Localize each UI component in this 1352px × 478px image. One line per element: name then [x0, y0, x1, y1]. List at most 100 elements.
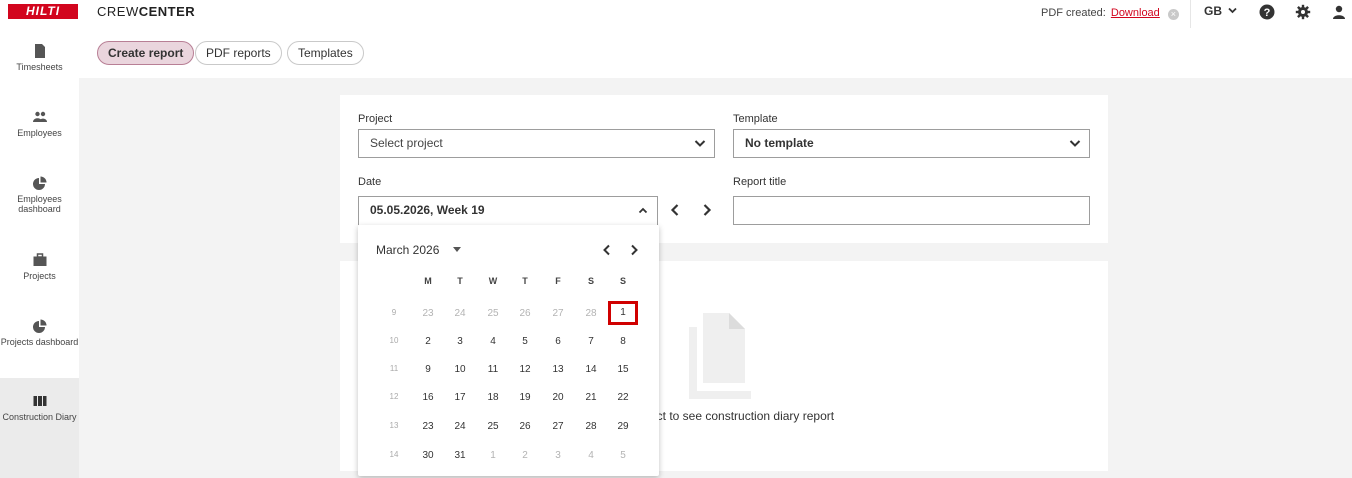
calendar-day[interactable]: 2: [513, 450, 537, 461]
calendar-day[interactable]: 2: [416, 336, 440, 347]
weekday-header: S: [587, 276, 594, 286]
svg-text:?: ?: [1264, 7, 1271, 19]
calendar-day[interactable]: 28: [579, 421, 603, 432]
calendar-day[interactable]: 26: [513, 421, 537, 432]
previous-date-arrow-icon[interactable]: [669, 203, 681, 217]
dismiss-pdf-icon[interactable]: ×: [1167, 9, 1179, 20]
weekday-header: S: [619, 276, 626, 286]
caret-down-icon: [453, 247, 462, 252]
pie-chart-icon: [32, 176, 46, 190]
calendar-day[interactable]: 13: [546, 364, 570, 375]
week-number: 10: [389, 336, 399, 345]
date-input[interactable]: 05.05.2026, Week 19: [358, 196, 658, 225]
pdf-status: PDF created: Download ×: [1041, 7, 1179, 20]
calendar-day[interactable]: 17: [448, 392, 472, 403]
app-title: CREWCENTER: [97, 4, 195, 19]
calendar-day[interactable]: 3: [546, 450, 570, 461]
sidebar-item-employees-dashboard[interactable]: Employees dashboard: [0, 176, 79, 214]
sidebar-item-projects-dashboard[interactable]: Projects dashboard: [0, 319, 79, 347]
previous-month-icon[interactable]: [602, 244, 612, 256]
weekday-header: T: [457, 276, 463, 286]
report-title-input[interactable]: [733, 196, 1090, 225]
app-title-light: CREW: [97, 4, 139, 19]
template-select-value: No template: [745, 136, 814, 150]
help-icon[interactable]: ?: [1259, 4, 1275, 20]
calendar-day[interactable]: 11: [481, 364, 505, 375]
calendar-day[interactable]: 21: [579, 392, 603, 403]
download-link[interactable]: Download: [1111, 7, 1160, 19]
calendar-day[interactable]: 7: [579, 336, 603, 347]
month-selector[interactable]: March 2026: [376, 243, 462, 257]
calendar-day[interactable]: 24: [448, 421, 472, 432]
next-month-icon[interactable]: [629, 244, 639, 256]
calendar-day[interactable]: 10: [448, 364, 472, 375]
calendar-day[interactable]: 27: [546, 308, 570, 319]
calendar-day[interactable]: 5: [513, 336, 537, 347]
sidebar-item-projects[interactable]: Projects: [0, 253, 79, 281]
calendar-day[interactable]: 8: [611, 336, 635, 347]
calendar-day-selected[interactable]: 1: [608, 301, 638, 325]
week-number: 11: [389, 364, 399, 373]
calendar-day[interactable]: 20: [546, 392, 570, 403]
sidebar-item-label: Construction Diary: [2, 412, 77, 422]
sidebar-item-employees[interactable]: Employees: [0, 110, 79, 138]
weekday-header: F: [555, 276, 561, 286]
hilti-logo[interactable]: HILTI: [8, 4, 78, 19]
calendar-day[interactable]: 4: [579, 450, 603, 461]
sidebar-item-label: Employees dashboard: [17, 194, 62, 214]
calendar-day[interactable]: 16: [416, 392, 440, 403]
calendar-day[interactable]: 3: [448, 336, 472, 347]
date-picker-popup: March 2026 M T W T F S S 9 23 24 25 26 2…: [358, 225, 659, 476]
report-title-label: Report title: [733, 176, 787, 188]
calendar-day[interactable]: 23: [416, 308, 440, 319]
sidebar-item-label: Employees: [17, 128, 62, 138]
tab-create-report[interactable]: Create report: [97, 41, 195, 65]
calendar-day[interactable]: 5: [611, 450, 635, 461]
calendar-day[interactable]: 29: [611, 421, 635, 432]
sidebar-item-timesheets[interactable]: Timesheets: [0, 44, 79, 72]
calendar-day[interactable]: 30: [416, 450, 440, 461]
calendar-day[interactable]: 22: [611, 392, 635, 403]
project-select[interactable]: Select project: [358, 129, 715, 158]
report-tabs: Create report PDF reports Templates: [79, 28, 1352, 78]
tab-templates[interactable]: Templates: [287, 41, 364, 65]
calendar-day[interactable]: 26: [513, 308, 537, 319]
empty-document-icon: [689, 313, 751, 399]
month-label: March 2026: [376, 243, 440, 257]
week-number: 14: [389, 450, 399, 459]
sidebar-item-label: Projects dashboard: [0, 337, 79, 347]
gear-icon[interactable]: [1295, 4, 1311, 20]
calendar-day[interactable]: 31: [448, 450, 472, 461]
calendar-day[interactable]: 24: [448, 308, 472, 319]
calendar-day[interactable]: 19: [513, 392, 537, 403]
sidebar: Timesheets Employees Employees dashboard…: [0, 28, 79, 478]
calendar-day[interactable]: 18: [481, 392, 505, 403]
calendar-day[interactable]: 23: [416, 421, 440, 432]
user-icon[interactable]: [1331, 4, 1347, 20]
calendar-day[interactable]: 14: [579, 364, 603, 375]
calendar-day[interactable]: 4: [481, 336, 505, 347]
calendar-day[interactable]: 12: [513, 364, 537, 375]
briefcase-icon: [33, 253, 46, 266]
calendar-day[interactable]: 6: [546, 336, 570, 347]
template-label: Template: [733, 113, 778, 125]
language-selector[interactable]: GB: [1204, 4, 1237, 18]
calendar-day[interactable]: 1: [481, 450, 505, 461]
sidebar-item-construction-diary[interactable]: Construction Diary: [0, 378, 79, 478]
next-date-arrow-icon[interactable]: [701, 203, 713, 217]
chevron-down-icon: [1228, 7, 1237, 14]
chevron-down-icon: [694, 140, 706, 147]
week-number: 13: [389, 421, 399, 430]
calendar-day[interactable]: 25: [481, 421, 505, 432]
calendar-day[interactable]: 25: [481, 308, 505, 319]
sidebar-item-label: Timesheets: [16, 62, 63, 72]
template-select[interactable]: No template: [733, 129, 1090, 158]
week-number: 12: [389, 392, 399, 401]
tab-pdf-reports[interactable]: PDF reports: [195, 41, 282, 65]
calendar-day[interactable]: 15: [611, 364, 635, 375]
calendar-day[interactable]: 28: [579, 308, 603, 319]
calendar-day[interactable]: 27: [546, 421, 570, 432]
calendar-day[interactable]: 9: [416, 364, 440, 375]
chevron-up-icon: [638, 207, 648, 214]
date-label: Date: [358, 176, 382, 188]
